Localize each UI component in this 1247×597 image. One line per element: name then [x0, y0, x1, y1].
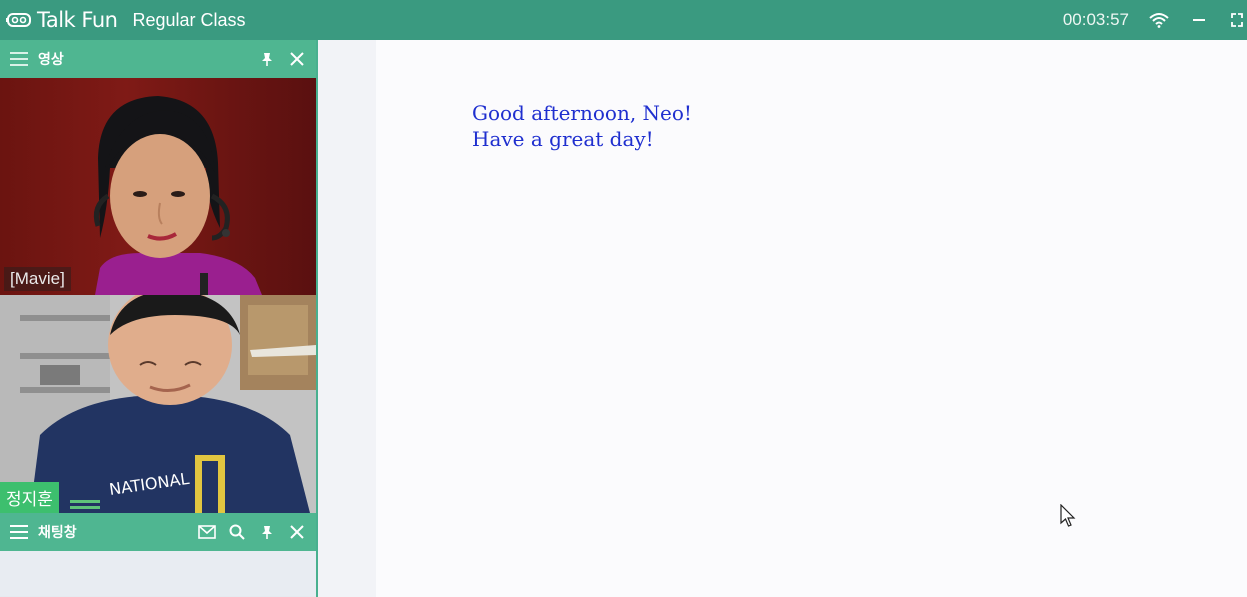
whiteboard-area: Good afternoon, Neo! Have a great day! — [318, 40, 1247, 597]
cursor-icon — [1060, 504, 1076, 528]
pin-icon[interactable] — [256, 521, 278, 543]
menu-icon[interactable] — [10, 525, 28, 539]
fullscreen-icon[interactable] — [1227, 8, 1247, 32]
class-timer: 00:03:57 — [1062, 10, 1129, 29]
left-panel: 영상 [Mavie] NATIONAL 정지훈 채팅창 — [0, 40, 318, 597]
close-icon[interactable] — [286, 521, 308, 543]
participant-name-label: 정지훈 — [0, 482, 59, 513]
class-title: Regular Class — [132, 9, 246, 30]
search-icon[interactable] — [226, 521, 248, 543]
video-panel-header: 영상 — [0, 40, 316, 78]
participant-name-label: [Mavie] — [4, 267, 71, 291]
title-bar: Talk Fun Regular Class 00:03:57 — [0, 0, 1247, 40]
video-panel-title: 영상 — [38, 52, 64, 68]
logo-icon — [6, 10, 34, 30]
teacher-video: [Mavie] — [0, 78, 316, 295]
greeting-line-2: Have a great day! — [472, 127, 654, 151]
wifi-icon — [1147, 8, 1171, 32]
chat-panel-header: 채팅창 — [0, 513, 316, 551]
app-logo: Talk Fun — [6, 8, 118, 32]
pin-icon[interactable] — [256, 48, 278, 70]
whiteboard-page[interactable]: Good afternoon, Neo! Have a great day! — [376, 40, 1247, 597]
student-video: NATIONAL 정지훈 — [0, 295, 316, 513]
greeting-line-1: Good afternoon, Neo! — [472, 101, 692, 125]
brand-name: Talk Fun — [37, 8, 118, 32]
minimize-icon[interactable] — [1187, 8, 1211, 32]
student-video-frame: NATIONAL — [0, 295, 316, 513]
close-icon[interactable] — [286, 48, 308, 70]
teacher-video-frame — [93, 96, 262, 295]
chat-panel-title: 채팅창 — [38, 525, 77, 541]
mail-icon[interactable] — [196, 521, 218, 543]
chat-message-area[interactable] — [0, 551, 316, 596]
menu-icon[interactable] — [10, 52, 28, 66]
greeting-text: Good afternoon, Neo! Have a great day! — [472, 100, 692, 152]
